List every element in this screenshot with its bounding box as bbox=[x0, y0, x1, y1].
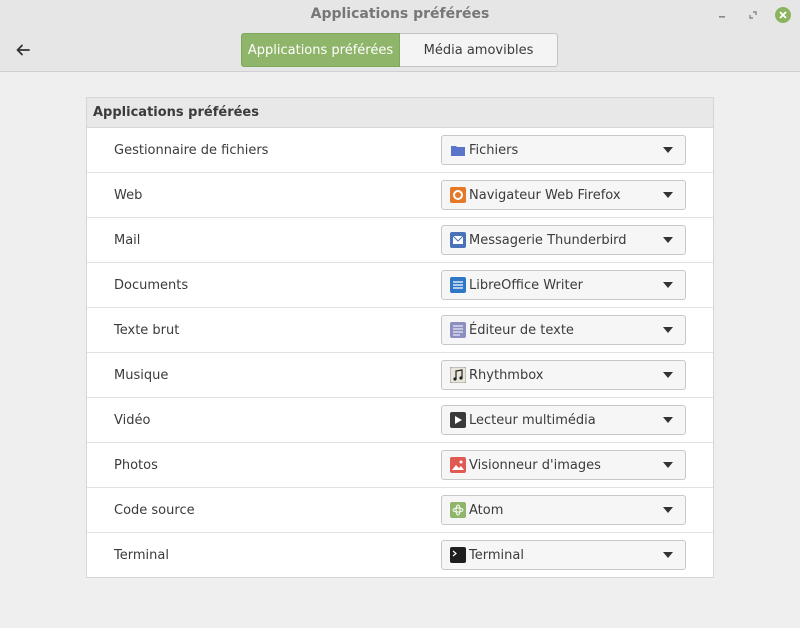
image-viewer-icon bbox=[450, 457, 466, 473]
header-bar: Applications préférées Applications préf… bbox=[0, 0, 800, 72]
media-player-icon bbox=[450, 412, 466, 428]
preference-row: Gestionnaire de fichiers Fichiers bbox=[87, 128, 713, 173]
app-selector[interactable]: Visionneur d'images bbox=[441, 450, 686, 480]
row-label: Mail bbox=[114, 232, 141, 248]
thunderbird-icon bbox=[450, 232, 466, 248]
back-button[interactable] bbox=[10, 38, 36, 62]
dropdown-arrow-icon bbox=[663, 282, 673, 288]
app-selector[interactable]: Éditeur de texte bbox=[441, 315, 686, 345]
preference-row: Vidéo Lecteur multimédia bbox=[87, 398, 713, 443]
row-label: Vidéo bbox=[114, 412, 151, 428]
dropdown-arrow-icon bbox=[663, 327, 673, 333]
atom-icon bbox=[450, 502, 466, 518]
preferred-apps-panel: Applications préférées Gestionnaire de f… bbox=[86, 97, 714, 578]
row-label: Documents bbox=[114, 277, 189, 293]
selected-app: Terminal bbox=[469, 547, 524, 563]
close-icon bbox=[779, 11, 787, 19]
window-title: Applications préférées bbox=[310, 6, 490, 22]
dropdown-arrow-icon bbox=[663, 462, 673, 468]
preference-row: Web Navigateur Web Firefox bbox=[87, 173, 713, 218]
selected-app: Éditeur de texte bbox=[469, 322, 574, 338]
tab-preferred-applications[interactable]: Applications préférées bbox=[241, 33, 400, 67]
minimize-button[interactable] bbox=[714, 7, 730, 23]
maximize-icon bbox=[749, 11, 757, 19]
selected-app: Visionneur d'images bbox=[469, 457, 601, 473]
maximize-button[interactable] bbox=[745, 7, 761, 23]
preference-row: Mail Messagerie Thunderbird bbox=[87, 218, 713, 263]
dropdown-arrow-icon bbox=[663, 552, 673, 558]
row-label: Code source bbox=[114, 502, 195, 518]
row-label: Terminal bbox=[114, 548, 169, 563]
dropdown-arrow-icon bbox=[663, 237, 673, 243]
selected-app: Lecteur multimédia bbox=[469, 412, 596, 428]
minimize-icon bbox=[719, 16, 725, 18]
dropdown-arrow-icon bbox=[663, 507, 673, 513]
text-editor-icon bbox=[450, 322, 466, 338]
row-label: Gestionnaire de fichiers bbox=[114, 142, 269, 158]
app-selector[interactable]: Atom bbox=[441, 495, 686, 525]
app-selector[interactable]: Messagerie Thunderbird bbox=[441, 225, 686, 255]
app-selector[interactable]: Lecteur multimédia bbox=[441, 405, 686, 435]
app-selector[interactable]: Rhythmbox bbox=[441, 360, 686, 390]
tab-removable-media[interactable]: Média amovibles bbox=[400, 33, 558, 67]
selected-app: Fichiers bbox=[469, 142, 519, 158]
writer-icon bbox=[450, 277, 466, 293]
dropdown-arrow-icon bbox=[663, 147, 673, 153]
preference-row: Texte brut Éditeur de texte bbox=[87, 308, 713, 353]
terminal-icon bbox=[450, 547, 466, 563]
selected-app: Messagerie Thunderbird bbox=[469, 232, 627, 248]
app-selector[interactable]: Fichiers bbox=[441, 135, 686, 165]
selected-app: Navigateur Web Firefox bbox=[469, 187, 621, 203]
dropdown-arrow-icon bbox=[663, 417, 673, 423]
folder-icon bbox=[450, 142, 466, 158]
preference-row: Terminal Terminal bbox=[87, 533, 713, 578]
app-selector[interactable]: Terminal bbox=[441, 540, 686, 570]
row-label: Musique bbox=[114, 367, 169, 383]
row-label: Web bbox=[114, 187, 143, 203]
selected-app: Rhythmbox bbox=[469, 367, 544, 383]
dropdown-arrow-icon bbox=[663, 192, 673, 198]
close-button[interactable] bbox=[775, 7, 791, 23]
app-selector[interactable]: LibreOffice Writer bbox=[441, 270, 686, 300]
preference-row: Photos Visionneur d'images bbox=[87, 443, 713, 488]
stack-switcher: Applications préférées Média amovibles bbox=[241, 33, 558, 67]
preference-row: Musique Rhythmbox bbox=[87, 353, 713, 398]
arrow-left-icon bbox=[16, 44, 30, 56]
row-label: Texte brut bbox=[114, 322, 180, 338]
section-title: Applications préférées bbox=[87, 98, 713, 128]
row-label: Photos bbox=[114, 457, 158, 473]
preference-row: Code source Atom bbox=[87, 488, 713, 533]
dropdown-arrow-icon bbox=[663, 372, 673, 378]
app-selector[interactable]: Navigateur Web Firefox bbox=[441, 180, 686, 210]
preference-row: Documents LibreOffice Writer bbox=[87, 263, 713, 308]
selected-app: LibreOffice Writer bbox=[469, 277, 583, 293]
firefox-icon bbox=[450, 187, 466, 203]
selected-app: Atom bbox=[469, 502, 504, 518]
rhythmbox-icon bbox=[450, 367, 466, 383]
